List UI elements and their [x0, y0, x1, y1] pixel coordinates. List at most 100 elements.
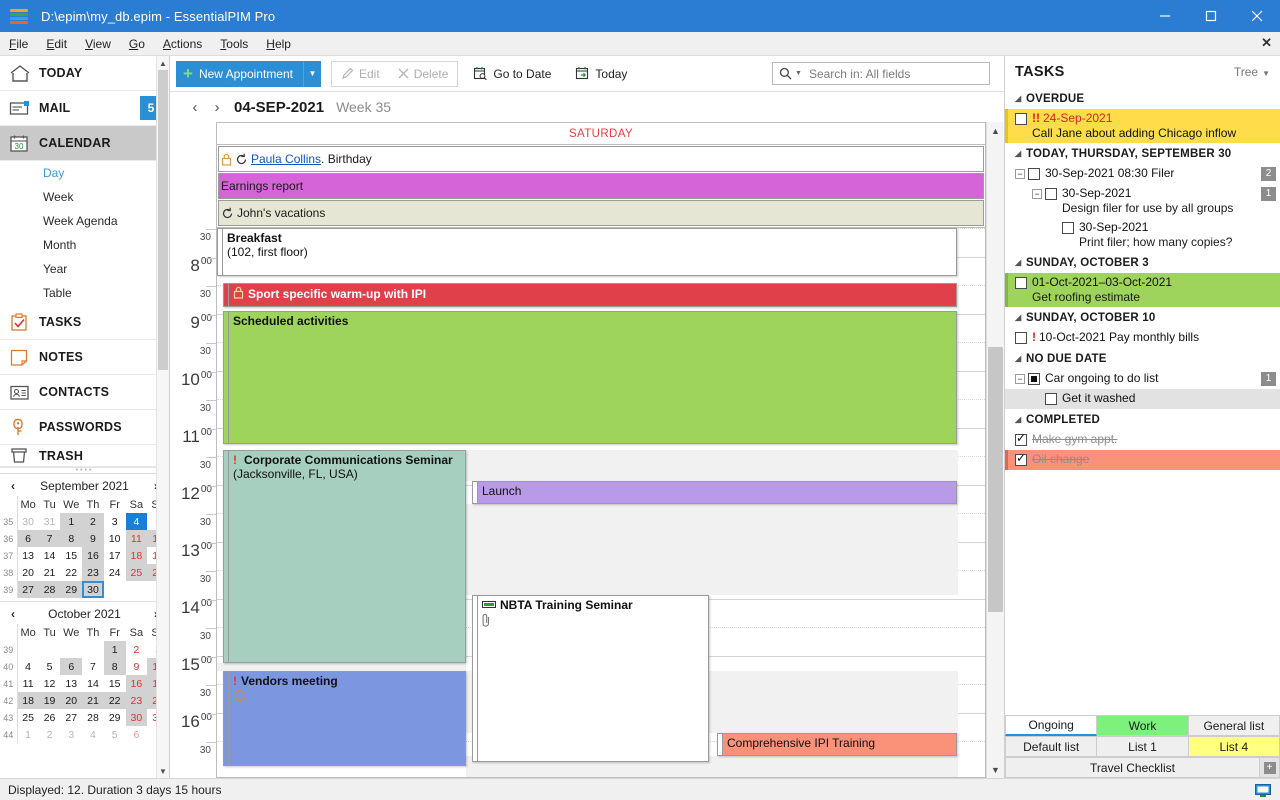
new-appointment-button[interactable]: + New Appointment	[176, 61, 303, 87]
mini-cal-day-cell[interactable]: 30	[126, 709, 148, 726]
mini-cal-day-cell[interactable]: 2	[82, 513, 104, 530]
mini-cal-day-cell[interactable]: 13	[17, 547, 39, 564]
task-row[interactable]: Make gym appt.	[1005, 430, 1280, 450]
go-to-date-button[interactable]: Go to Date	[464, 62, 560, 86]
task-checkbox[interactable]	[1015, 277, 1027, 289]
mini-cal-day-cell[interactable]: 23	[82, 564, 104, 581]
mini-cal-day-cell[interactable]: 12	[39, 675, 61, 692]
task-group-header[interactable]: ◢OVERDUE	[1005, 88, 1280, 109]
task-expander-toggle[interactable]: −	[1015, 169, 1025, 179]
mini-cal-day-cell[interactable]: 27	[17, 581, 39, 598]
mini-cal-day-cell[interactable]: 1	[17, 726, 39, 743]
maximize-button[interactable]	[1188, 0, 1234, 32]
appointment-slots[interactable]: Breakfast(102, first floor)Sport specifi…	[216, 228, 986, 778]
mini-cal-day-cell[interactable]: 4	[82, 726, 104, 743]
task-row[interactable]: −30-Sep-2021 08:30 Filer2	[1005, 164, 1280, 184]
mini-cal-day-cell[interactable]: 6	[60, 658, 82, 675]
prev-day-button[interactable]: ‹	[184, 99, 206, 116]
sidebar-item-mail[interactable]: MAIL 5	[0, 91, 169, 126]
task-group-header[interactable]: ◢SUNDAY, OCTOBER 3	[1005, 252, 1280, 273]
calendar-scrollbar[interactable]: ▲ ▼	[986, 122, 1004, 778]
scrollbar-thumb[interactable]	[988, 347, 1003, 612]
mini-cal-day-cell[interactable]: 19	[39, 692, 61, 709]
sidebar-item-notes[interactable]: NOTES	[0, 340, 169, 375]
appointment-block[interactable]: NBTA Training Seminar	[472, 595, 709, 762]
sidebar-item-passwords[interactable]: PASSWORDS	[0, 410, 169, 445]
task-checkbox[interactable]	[1062, 222, 1074, 234]
mini-prev-button[interactable]: ‹	[6, 607, 20, 621]
sidebar-item-calendar-week[interactable]: Week	[0, 185, 169, 209]
mini-cal-day-cell[interactable]: 9	[82, 530, 104, 547]
delete-button[interactable]: Delete	[389, 62, 458, 86]
close-button[interactable]	[1234, 0, 1280, 32]
mini-cal-day-cell[interactable]: 11	[126, 530, 148, 547]
mini-cal-day-cell[interactable]: 21	[82, 692, 104, 709]
mini-cal-day-cell[interactable]: 23	[126, 692, 148, 709]
mini-cal-day-cell[interactable]: 27	[60, 709, 82, 726]
mini-cal-day-cell[interactable]: 24	[104, 564, 126, 581]
task-row[interactable]: −30-Sep-2021Design filer for use by all …	[1005, 184, 1280, 218]
scroll-down-icon[interactable]: ▼	[157, 764, 169, 778]
new-appointment-dropdown[interactable]: ▼	[303, 61, 321, 87]
mini-cal-day-cell[interactable]: 10	[104, 530, 126, 547]
sidebar-item-calendar-year[interactable]: Year	[0, 257, 169, 281]
mini-cal-day-cell[interactable]: 1	[60, 513, 82, 530]
appointment-block[interactable]: Comprehensive IPI Training	[717, 733, 957, 756]
mini-calendar-grid[interactable]: Mo Tu We Th Fr Sa Su 3912340456789104111…	[0, 624, 169, 743]
mini-cal-day-cell[interactable]: 5	[104, 726, 126, 743]
mini-cal-day-cell[interactable]: 11	[17, 675, 39, 692]
mini-cal-day-cell[interactable]: 31	[39, 513, 61, 530]
menu-go[interactable]: Go	[120, 32, 154, 56]
task-checkbox[interactable]	[1015, 332, 1027, 344]
task-row[interactable]: 30-Sep-2021Print filer; how many copies?	[1005, 218, 1280, 252]
mini-cal-day-cell[interactable]: 16	[126, 675, 148, 692]
appointment-block[interactable]: Scheduled activities	[223, 311, 957, 444]
next-day-button[interactable]: ›	[206, 99, 228, 116]
mini-cal-day-cell[interactable]: 28	[82, 709, 104, 726]
task-checkbox[interactable]	[1028, 373, 1040, 385]
task-group-header[interactable]: ◢NO DUE DATE	[1005, 348, 1280, 369]
appointment-block[interactable]: Breakfast(102, first floor)	[217, 228, 957, 276]
mini-cal-day-cell[interactable]: 6	[126, 726, 148, 743]
scroll-up-icon[interactable]: ▲	[987, 122, 1004, 139]
mini-cal-day-cell[interactable]: 4	[17, 658, 39, 675]
search-scope-caret-icon[interactable]: ▼	[795, 70, 802, 77]
group-collapse-icon[interactable]: ◢	[1015, 149, 1026, 158]
mini-cal-day-cell[interactable]: 18	[17, 692, 39, 709]
mini-cal-day-cell[interactable]: 22	[104, 692, 126, 709]
scroll-down-icon[interactable]: ▼	[987, 761, 1004, 778]
task-row[interactable]: −Car ongoing to do list1	[1005, 369, 1280, 389]
sidebar-item-calendar-week-agenda[interactable]: Week Agenda	[0, 209, 169, 233]
mini-cal-day-cell[interactable]: 3	[104, 513, 126, 530]
menu-tools[interactable]: Tools	[211, 32, 257, 56]
tasks-view-mode-dropdown[interactable]: Tree▼	[1234, 65, 1270, 79]
task-list-tab[interactable]: List 1	[1097, 736, 1188, 757]
sidebar-item-tasks[interactable]: TASKS	[0, 305, 169, 340]
mini-prev-button[interactable]: ‹	[6, 479, 20, 493]
task-row[interactable]: !10-Oct-2021 Pay monthly bills	[1005, 328, 1280, 348]
task-list-tab[interactable]: General list	[1189, 715, 1280, 736]
sidebar-item-calendar[interactable]: 30 CALENDAR	[0, 126, 169, 161]
task-list-tab[interactable]: List 4	[1189, 736, 1280, 757]
mini-cal-day-cell[interactable]: 28	[39, 581, 61, 598]
mini-cal-day-cell[interactable]: 14	[82, 675, 104, 692]
mini-cal-day-cell[interactable]: 6	[17, 530, 39, 547]
menu-file[interactable]: File	[0, 32, 37, 56]
task-checkbox[interactable]	[1028, 168, 1040, 180]
monitor-icon[interactable]	[1254, 783, 1272, 797]
mini-cal-day-cell[interactable]: 1	[104, 641, 126, 658]
mini-cal-day-cell[interactable]: 26	[39, 709, 61, 726]
mini-cal-day-cell[interactable]: 8	[104, 658, 126, 675]
task-expander-toggle[interactable]: −	[1032, 189, 1042, 199]
task-checkbox[interactable]	[1045, 393, 1057, 405]
task-checkbox[interactable]	[1015, 454, 1027, 466]
task-checkbox[interactable]	[1015, 113, 1027, 125]
scroll-up-icon[interactable]: ▲	[157, 56, 169, 70]
all-day-event-earnings[interactable]: Earnings report	[218, 173, 984, 199]
appointment-block[interactable]: !Vendors meeting	[223, 671, 466, 766]
close-document-button[interactable]: ✕	[1261, 35, 1272, 51]
mini-cal-day-cell[interactable]: 30	[17, 513, 39, 530]
sidebar-item-calendar-day[interactable]: Day	[0, 161, 169, 185]
sidebar-item-trash[interactable]: TRASH	[0, 445, 169, 467]
all-day-event-vacations[interactable]: John's vacations	[218, 200, 984, 226]
